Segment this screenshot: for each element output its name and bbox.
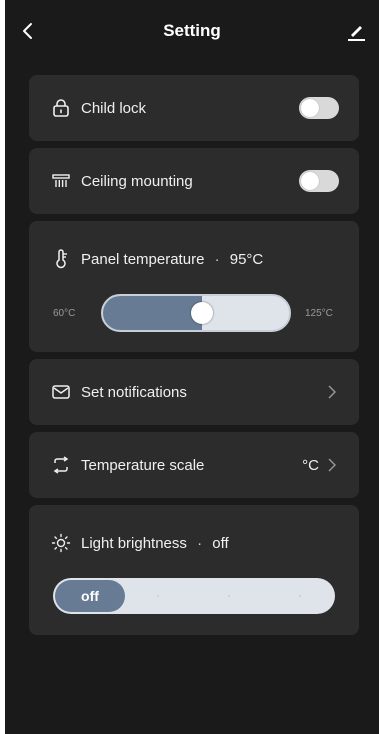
swap-icon xyxy=(53,456,69,474)
chevron-right-icon xyxy=(328,458,336,472)
panel-temperature-label: Panel temperature xyxy=(81,251,205,268)
panel-temperature-slider[interactable] xyxy=(101,294,291,332)
lock-icon xyxy=(53,99,69,117)
light-brightness-card: Light brightness · off off xyxy=(29,505,359,635)
slider-fill xyxy=(103,296,202,330)
panel-temperature-value: 95°C xyxy=(229,251,264,268)
light-brightness-label: Light brightness xyxy=(81,535,187,552)
panel-temperature-card: Panel temperature · 95°C 60°C 125°C xyxy=(29,221,359,352)
light-brightness-slider[interactable]: off xyxy=(53,578,335,614)
page-title: Setting xyxy=(163,21,221,40)
mail-icon xyxy=(52,385,70,399)
separator-dot: · xyxy=(214,251,220,268)
toggle-knob xyxy=(301,99,319,117)
pencil-icon[interactable] xyxy=(345,20,367,42)
thermometer-icon xyxy=(56,249,67,269)
set-notifications-row[interactable]: Set notifications xyxy=(29,359,359,425)
light-brightness-heading: Light brightness · off xyxy=(81,535,229,552)
child-lock-row: Child lock xyxy=(29,75,359,141)
set-notifications-label: Set notifications xyxy=(81,384,187,401)
child-lock-toggle[interactable] xyxy=(299,97,339,119)
ceiling-mounting-label: Ceiling mounting xyxy=(81,173,193,190)
step-dot xyxy=(299,595,301,597)
light-brightness-value: off xyxy=(212,535,229,552)
slider-min-label: 60°C xyxy=(53,308,76,319)
sun-icon xyxy=(51,533,71,553)
brightness-selected-segment[interactable]: off xyxy=(55,580,125,612)
toggle-knob xyxy=(301,172,319,190)
temperature-scale-label: Temperature scale xyxy=(81,457,205,474)
step-dot xyxy=(157,595,159,597)
step-dot xyxy=(228,595,230,597)
child-lock-label: Child lock xyxy=(81,100,147,117)
temperature-scale-value: °C xyxy=(302,457,319,474)
brightness-selected-label: off xyxy=(81,588,99,604)
ceiling-mounting-toggle[interactable] xyxy=(299,170,339,192)
slider-thumb[interactable] xyxy=(191,302,213,324)
panel-temperature-heading: Panel temperature · 95°C xyxy=(81,251,263,268)
settings-screen: Setting Child lock Ceiling mounting Pane… xyxy=(5,0,379,734)
temperature-scale-row[interactable]: Temperature scale °C xyxy=(29,432,359,498)
chevron-right-icon xyxy=(328,385,336,399)
header: Setting xyxy=(5,0,379,62)
heater-icon xyxy=(52,174,70,187)
separator-dot: · xyxy=(197,535,203,552)
slider-max-label: 125°C xyxy=(305,308,333,319)
ceiling-mounting-row: Ceiling mounting xyxy=(29,148,359,214)
